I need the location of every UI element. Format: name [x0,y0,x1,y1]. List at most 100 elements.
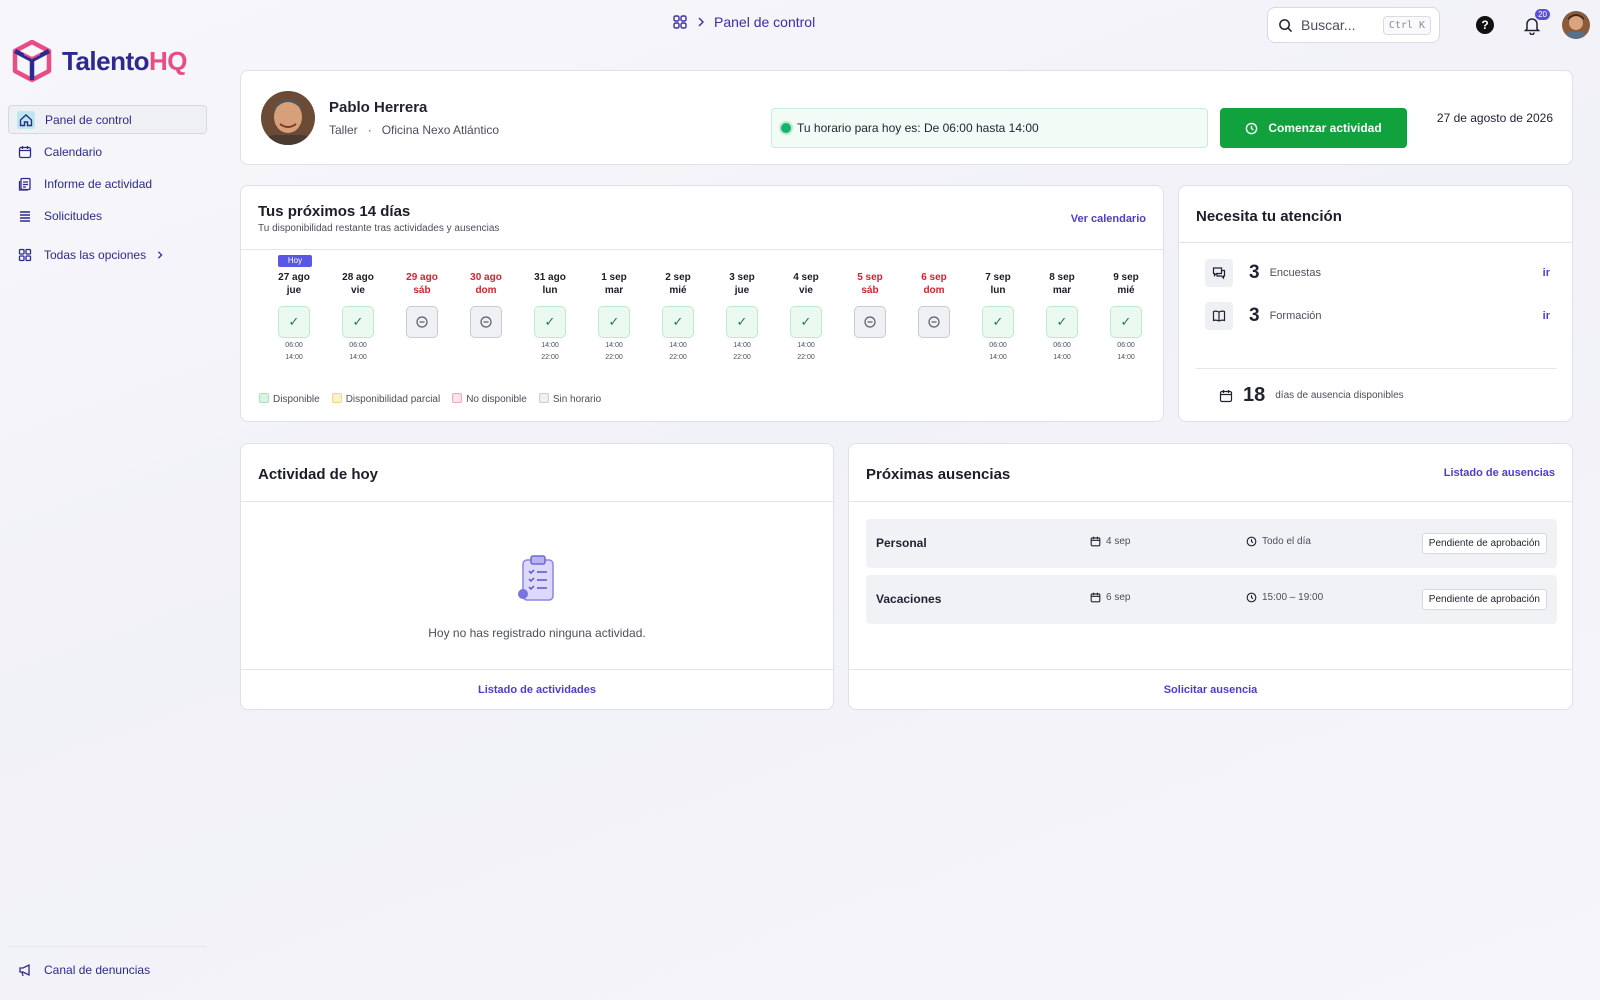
day-date: 7 sep [985,272,1011,283]
breadcrumb-current[interactable]: Panel de control [714,14,815,30]
day-cell[interactable]: 29 ago sáb [397,271,447,338]
day-start-time: 14:00 [733,342,751,349]
today-activity-footer: Listado de actividades [241,669,833,709]
training-go-link[interactable]: ir [1543,310,1550,322]
absence-row[interactable]: Personal 4 sep Todo el día Pendiente de … [866,519,1557,568]
day-weekday: vie [799,285,813,296]
apps-grid-icon[interactable] [672,14,688,30]
day-date: 4 sep [793,272,819,283]
user-avatar[interactable] [1562,11,1590,39]
day-start-time: 14:00 [605,342,623,349]
legend-item: Disponibilidad parcial [331,393,441,405]
current-date: 27 de agosto de 2026 [1436,111,1553,125]
absence-type: Personal [876,536,927,550]
search-input[interactable]: Buscar... Ctrl K [1267,7,1440,43]
day-weekday: dom [923,285,945,296]
day-cell[interactable]: 8 sep mar ✓ 06:00 14:00 [1037,271,1087,362]
profile-name: Pablo Herrera [329,99,428,116]
sidebar-item-label: Solicitudes [44,208,103,223]
day-end-time: 14:00 [1117,354,1135,361]
clipboard-checklist-icon [518,555,554,601]
sidebar-item-solicitudes[interactable]: Solicitudes [8,201,207,230]
legend-swatch [331,393,342,403]
absence-balance: 18 días de ausencia disponibles [1219,384,1404,407]
legend-label: Disponible [273,394,320,405]
availability-legend: Disponible Disponibilidad parcial No dispo… [259,393,601,405]
absence-row[interactable]: Vacaciones 6 sep 15:00 – 19:00 Pendiente… [866,575,1557,624]
request-absence-link[interactable]: Solicitar ausencia [1164,684,1258,696]
brand-logo[interactable]: TalentoHQ [12,40,188,82]
day-cell[interactable]: 6 sep dom [909,271,959,338]
search-icon [1279,18,1293,32]
sidebar-bottom: Canal de denuncias [8,946,207,987]
sidebar-item-panel[interactable]: Panel de control [8,105,207,134]
day-date: 9 sep [1113,272,1139,283]
legend-label: Disponibilidad parcial [345,394,441,405]
day-date: 1 sep [601,272,627,283]
absence-date-text: 6 sep [1106,592,1131,603]
day-weekday: mar [604,285,624,296]
absence-type: Vacaciones [876,592,942,606]
profile-department: Taller [329,123,358,137]
day-cell[interactable]: 7 sep lun ✓ 06:00 14:00 [973,271,1023,362]
legend-swatch [538,393,549,403]
day-cell[interactable]: 9 sep mié ✓ 06:00 14:00 [1101,271,1151,362]
day-end-time: 22:00 [605,354,623,361]
absences-list-link[interactable]: Listado de ausencias [1444,467,1555,479]
day-cell[interactable]: 1 sep mar ✓ 14:00 22:00 [589,271,639,362]
day-cell[interactable]: 4 sep vie ✓ 14:00 22:00 [781,271,831,362]
help-button[interactable]: ? [1473,13,1497,37]
search-placeholder: Buscar... [1301,17,1356,33]
notifications-button[interactable]: 20 [1520,9,1550,37]
sidebar-item-label: Panel de control [45,112,132,127]
available-check-icon: ✓ [534,306,566,338]
day-cell[interactable]: 30 ago dom [461,271,511,338]
book-icon [1205,302,1233,330]
available-check-icon: ✓ [342,306,374,338]
no-schedule-icon [470,306,502,338]
sidebar-item-informe[interactable]: Informe de actividad [8,169,207,198]
day-cell[interactable]: 3 sep jue ✓ 14:00 22:00 [717,271,767,362]
clock-icon [1246,536,1257,547]
attention-item-training: 3 Formación ir [1205,302,1550,330]
day-end-time: 22:00 [733,354,751,361]
notifications-badge: 20 [1535,9,1550,20]
day-cell[interactable]: 5 sep sáb [845,271,895,338]
megaphone-icon [16,961,34,979]
sidebar-item-calendario[interactable]: Calendario [8,137,207,166]
available-check-icon: ✓ [982,306,1014,338]
absence-date-text: 4 sep [1106,536,1131,547]
status-dot-icon [781,123,791,133]
day-start-time: 06:00 [285,342,303,349]
day-date: 5 sep [857,272,883,283]
day-cell[interactable]: 2 sep mié ✓ 14:00 22:00 [653,271,703,362]
view-calendar-link[interactable]: Ver calendario [1071,213,1146,225]
next-days-title: Tus próximos 14 días [258,203,411,220]
day-date: 30 ago [470,272,502,283]
surveys-go-link[interactable]: ir [1543,267,1550,279]
sidebar-all-options[interactable]: Todas las opciones [8,240,207,269]
day-start-time: 06:00 [1117,342,1135,349]
absence-date: 4 sep [1090,536,1130,547]
day-date: 2 sep [665,272,691,283]
activities-list-link[interactable]: Listado de actividades [478,684,596,696]
attention-item-surveys: 3 Encuestas ir [1205,259,1550,287]
day-cell[interactable]: 28 ago vie ✓ 06:00 14:00 [333,271,383,362]
breadcrumb: Panel de control [672,14,815,30]
day-cell[interactable]: Hoy 27 ago jue ✓ 06:00 14:00 [269,255,319,362]
day-end-time: 14:00 [989,354,1007,361]
day-cell[interactable]: 31 ago lun ✓ 14:00 22:00 [525,271,575,362]
start-activity-button[interactable]: Comenzar actividad [1220,108,1407,148]
attention-header: Necesita tu atención [1179,186,1572,243]
absence-days-label: días de ausencia disponibles [1275,390,1404,401]
day-weekday: sáb [413,285,431,296]
calendar-icon [1090,536,1101,547]
day-end-time: 14:00 [1053,354,1071,361]
day-weekday: jue [734,285,750,296]
day-date: 8 sep [1049,272,1075,283]
day-date: 27 ago [278,272,310,283]
status-badge: Pendiente de aprobación [1421,589,1547,610]
training-count: 3 [1249,305,1260,326]
profile-card: Pablo Herrera Taller · Oficina Nexo Atlá… [240,70,1573,165]
sidebar-item-denuncias[interactable]: Canal de denuncias [8,955,207,984]
